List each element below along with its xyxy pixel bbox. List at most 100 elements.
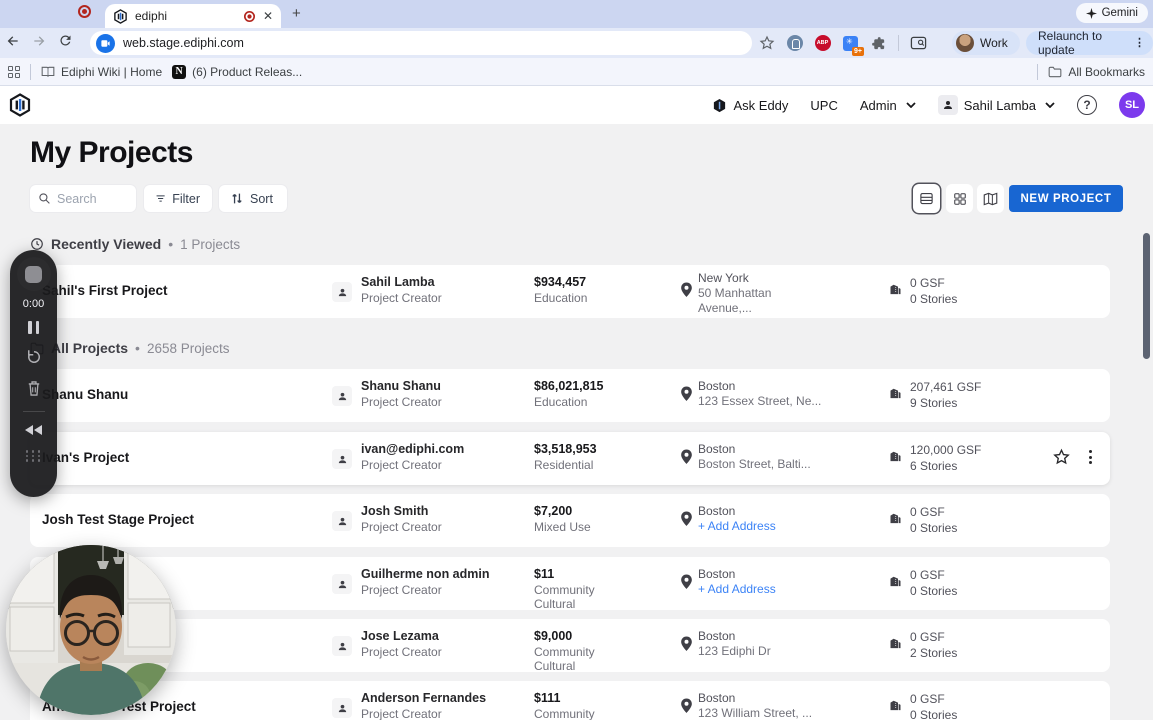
chrome-menu-icon[interactable]: ⋮ — [1134, 38, 1145, 49]
folder-icon — [1048, 66, 1062, 78]
creator-icon — [332, 511, 352, 531]
profile-avatar — [956, 34, 974, 52]
browser-tab[interactable]: ediphi ✕ — [105, 4, 281, 28]
person-icon — [938, 95, 958, 115]
user-menu[interactable]: Sahil Lamba — [938, 95, 1055, 115]
building-icon — [888, 573, 903, 593]
all-bookmarks-button[interactable]: All Bookmarks — [1048, 65, 1145, 79]
forward-button[interactable] — [26, 33, 52, 54]
recently-viewed-icon — [30, 237, 44, 251]
bookmark-star-icon[interactable] — [758, 35, 775, 52]
search-icon — [38, 192, 51, 205]
grid-view-button[interactable] — [946, 184, 973, 213]
avatar[interactable]: SL — [1119, 92, 1145, 118]
ask-eddy-icon — [712, 98, 727, 113]
project-address: 50 Manhattan Avenue,... — [698, 286, 826, 315]
profile-button[interactable]: Work — [952, 31, 1020, 55]
stop-recording-button[interactable] — [17, 257, 51, 291]
effects-icon[interactable] — [26, 450, 42, 462]
new-tab-button[interactable]: + — [292, 5, 301, 22]
ediphi-logo[interactable] — [8, 93, 32, 122]
nav-upc[interactable]: UPC — [810, 98, 837, 113]
bookmark-ediphi-wiki[interactable]: Ediphi Wiki | Home — [41, 65, 162, 79]
gemini-sparkle-icon — [1086, 8, 1097, 19]
extension-adblock-icon[interactable]: ABP — [814, 35, 831, 52]
creator-icon — [332, 636, 352, 656]
nav-admin[interactable]: Admin — [860, 98, 916, 113]
recording-timer: 0:00 — [23, 298, 44, 310]
add-address-link[interactable]: + Add Address — [698, 582, 826, 596]
project-city: New York — [698, 271, 826, 285]
creator-icon — [332, 282, 352, 302]
project-row[interactable]: Sahil's First Project Sahil Lamba Project… — [30, 265, 1110, 318]
rewind-button[interactable] — [25, 425, 43, 435]
delete-recording-button[interactable] — [26, 380, 42, 397]
url-text: web.stage.ediphi.com — [123, 36, 244, 50]
section-recently-viewed: Recently Viewed • 1 Projects — [30, 236, 240, 252]
sort-button[interactable]: Sort — [219, 185, 287, 212]
extension-privacy-icon[interactable] — [786, 35, 803, 52]
filter-icon — [156, 193, 165, 204]
list-view-button[interactable] — [913, 184, 940, 213]
project-name[interactable]: Josh Test Stage Project — [42, 512, 194, 527]
profile-label: Work — [980, 36, 1008, 50]
help-button[interactable]: ? — [1077, 95, 1097, 115]
filter-button[interactable]: Filter — [144, 185, 212, 212]
creator-icon — [332, 386, 352, 406]
pause-recording-button[interactable] — [28, 321, 39, 334]
scrollbar-thumb[interactable] — [1143, 233, 1150, 359]
creator-name: Sahil Lamba — [361, 275, 442, 289]
reload-button[interactable] — [52, 33, 78, 53]
screen-recorder-toolbar: 0:00 — [10, 250, 57, 497]
project-row[interactable]: Guilherme non adminProject Creator $11Co… — [30, 557, 1110, 610]
ask-eddy-button[interactable]: Ask Eddy — [712, 98, 788, 113]
trash-icon — [26, 380, 42, 397]
project-row[interactable]: Jose LezamaProject Creator $9,000Communi… — [30, 619, 1110, 672]
webcam-video — [6, 545, 176, 715]
project-name[interactable]: Sahil's First Project — [42, 283, 168, 298]
new-project-button[interactable]: NEW PROJECT — [1009, 185, 1123, 212]
map-view-button[interactable] — [977, 184, 1004, 213]
tab-close-icon[interactable]: ✕ — [263, 10, 273, 22]
browser-tab-strip: ediphi ✕ + Gemini — [0, 0, 1153, 28]
project-row[interactable]: Ivan's Project ivan@ediphi.comProject Cr… — [30, 432, 1110, 485]
book-icon — [41, 66, 55, 78]
favorite-star-icon[interactable] — [1052, 448, 1071, 466]
back-button[interactable] — [0, 33, 26, 54]
location-pin-icon — [680, 449, 693, 470]
gemini-button[interactable]: Gemini — [1076, 3, 1148, 23]
recording-indicator-icon — [78, 5, 91, 18]
extension-badge: 9+ — [852, 47, 864, 56]
camera-in-use-icon[interactable] — [96, 34, 115, 53]
relaunch-button[interactable]: Relaunch to update ⋮ — [1026, 31, 1153, 55]
search-box[interactable] — [30, 185, 136, 212]
project-row[interactable]: Josh Test Stage Project Josh SmithProjec… — [30, 494, 1110, 547]
location-pin-icon — [680, 574, 693, 595]
project-type: Education — [534, 291, 629, 305]
row-menu-icon[interactable] — [1089, 450, 1092, 464]
extension-notifier-icon[interactable]: 9+ — [842, 35, 859, 52]
project-row[interactable]: Anderson's Test Project Anderson Fernand… — [30, 681, 1110, 720]
extensions-puzzle-icon[interactable] — [870, 35, 887, 52]
tab-recording-indicator-icon — [244, 10, 255, 21]
notion-icon: N — [172, 65, 186, 79]
creator-icon — [332, 574, 352, 594]
apps-grid-icon[interactable] — [8, 66, 20, 78]
webcam-overlay[interactable] — [6, 545, 176, 715]
creator-role: Project Creator — [361, 291, 442, 305]
bookmark-product-releases[interactable]: N (6) Product Releas... — [172, 65, 302, 79]
tab-title: ediphi — [135, 9, 236, 23]
project-budget: $934,457 — [534, 275, 629, 289]
creator-icon — [332, 449, 352, 469]
page-title: My Projects — [30, 136, 193, 170]
address-bar[interactable]: web.stage.ediphi.com — [90, 31, 752, 55]
project-row[interactable]: Shanu Shanu Shanu ShanuProject Creator $… — [30, 369, 1110, 422]
search-input[interactable] — [57, 192, 127, 206]
building-icon — [888, 448, 903, 468]
add-address-link[interactable]: + Add Address — [698, 519, 826, 533]
building-icon — [888, 510, 903, 530]
chevron-down-icon — [1045, 102, 1055, 108]
creator-icon — [332, 698, 352, 718]
restart-recording-button[interactable] — [25, 348, 43, 366]
side-panel-icon[interactable] — [910, 35, 927, 52]
